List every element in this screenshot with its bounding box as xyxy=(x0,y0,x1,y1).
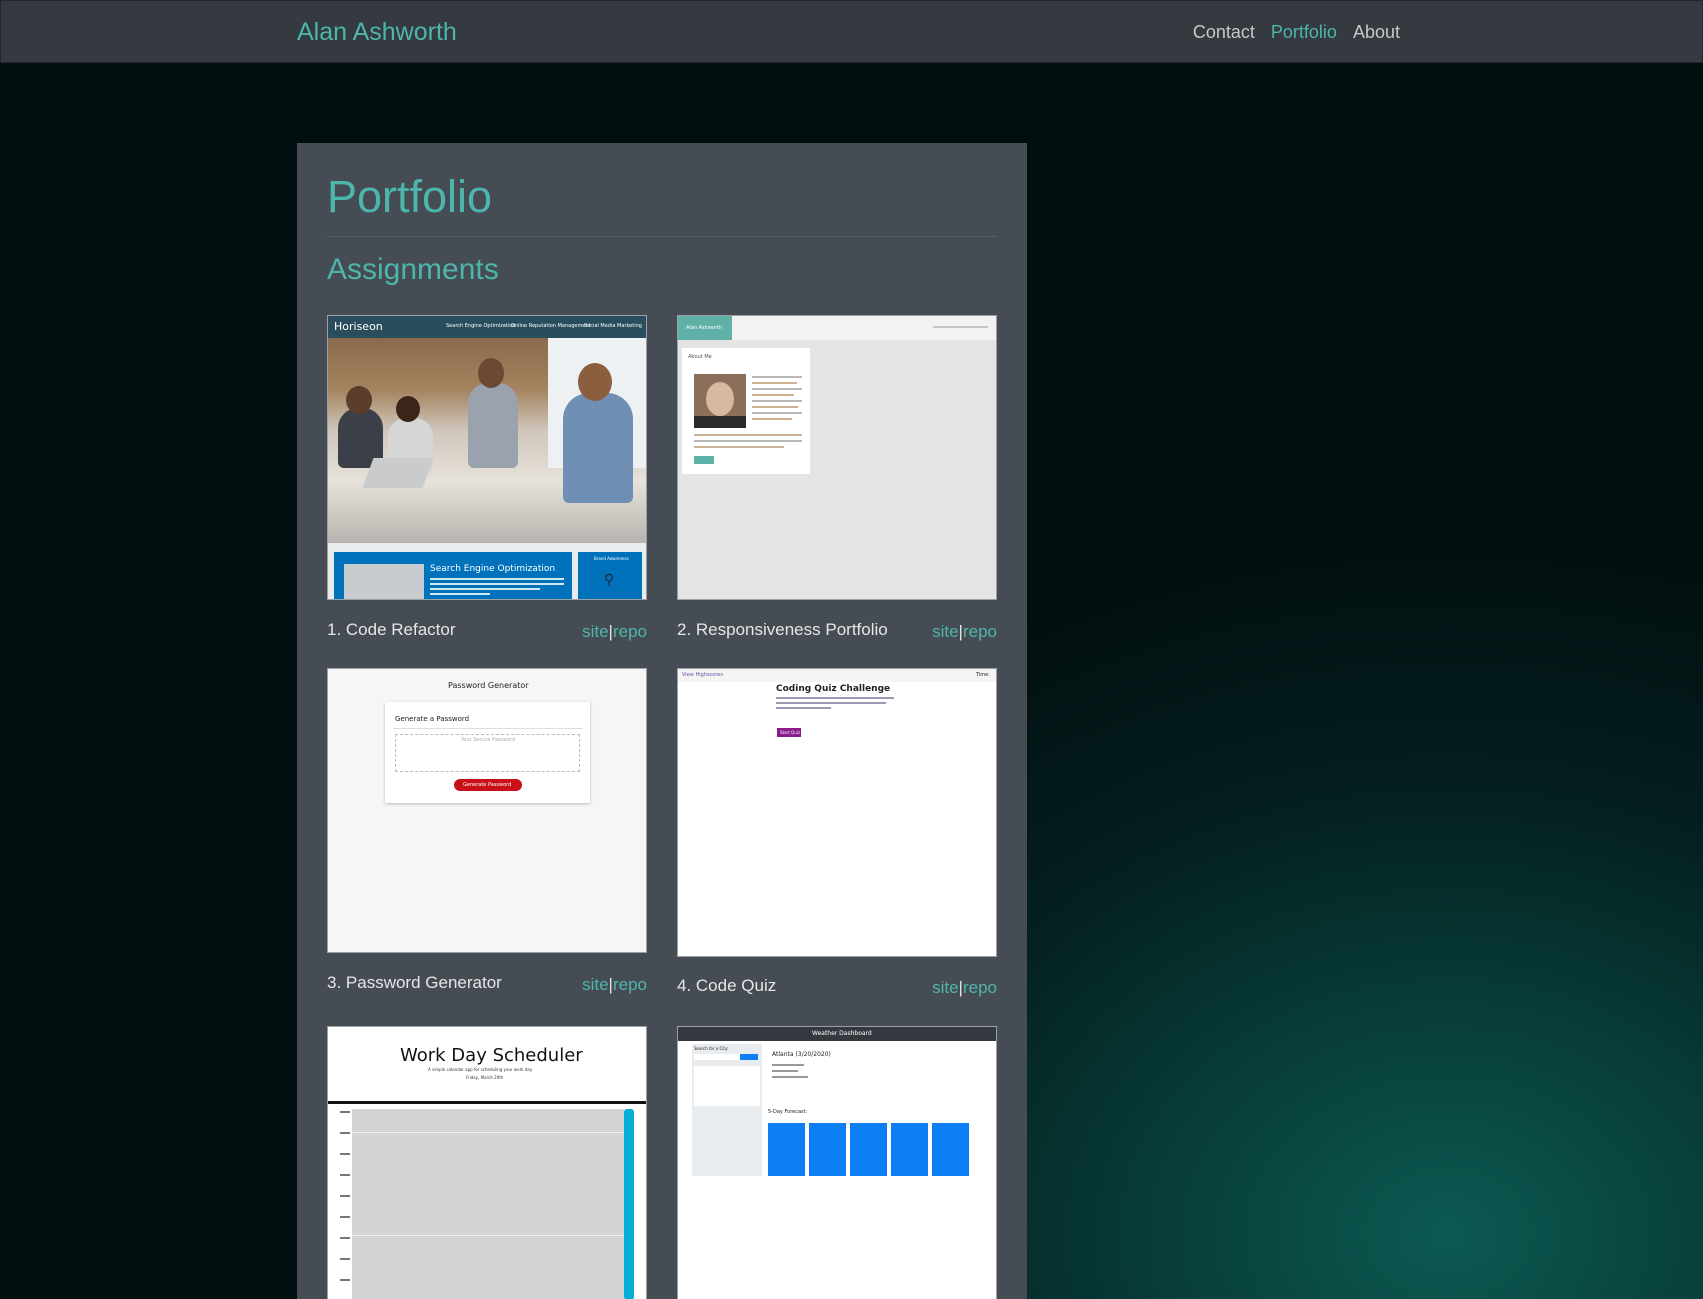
project-links: site|repo xyxy=(932,978,997,998)
thumb-pw-card: Generate a Password Your Secure Password… xyxy=(385,702,590,803)
thumb-forecast-card xyxy=(809,1123,846,1176)
site-link[interactable]: site xyxy=(932,978,958,997)
thumb-about-card: About Me xyxy=(682,348,810,474)
project-links: site|repo xyxy=(932,622,997,642)
thumb-start-label: Start Quiz xyxy=(780,730,800,735)
repo-link[interactable]: repo xyxy=(613,622,647,641)
project-screenshot[interactable]: View Highscores Time: Coding Quiz Challe… xyxy=(677,668,997,957)
thumb-timer: Time: xyxy=(976,672,990,678)
project-caption: 1. Code Refactor xyxy=(327,620,456,639)
navbar: Alan Ashworth Contact Portfolio About xyxy=(0,0,1703,63)
thumb-pw-button: Generate Password xyxy=(454,779,522,791)
project-caption: 4. Code Quiz xyxy=(677,976,777,995)
thumb-search-label: Search for a City: xyxy=(694,1046,729,1051)
thumb-title: Password Generator xyxy=(448,681,529,690)
project-screenshot[interactable]: Work Day Scheduler A simple calendar app… xyxy=(327,1026,647,1299)
thumb-forecast-card xyxy=(891,1123,928,1176)
portrait-image xyxy=(694,374,746,428)
thumb-pw-button-label: Generate Password xyxy=(463,782,512,788)
thumb-forecast-card xyxy=(932,1123,969,1176)
thumb-pw-placeholder: Your Secure Password xyxy=(461,737,516,743)
nav-contact[interactable]: Contact xyxy=(1193,22,1255,43)
thumb-pw-textarea: Your Secure Password xyxy=(395,734,580,772)
portfolio-card: Portfolio Assignments Horiseon Search En… xyxy=(297,143,1027,1299)
thumb-title: Work Day Scheduler xyxy=(400,1045,583,1066)
site-link[interactable]: site xyxy=(932,622,958,641)
site-link[interactable]: site xyxy=(582,622,608,641)
site-link[interactable]: site xyxy=(582,975,608,994)
thumb-date: Friday, March 20th xyxy=(466,1075,504,1080)
project-screenshot[interactable]: Weather Dashboard Search for a City: Atl… xyxy=(677,1026,997,1299)
thumb-title: Coding Quiz Challenge xyxy=(776,684,891,694)
thumb-header: Alan Ashworth xyxy=(678,316,996,340)
thumb-card-title: Search Engine Optimization xyxy=(430,564,556,574)
thumb-nav-item: Social Media Marketing xyxy=(584,323,642,329)
repo-link[interactable]: repo xyxy=(963,978,997,997)
thumb-header-title: Weather Dashboard xyxy=(812,1030,872,1037)
nav-portfolio[interactable]: Portfolio xyxy=(1271,22,1337,43)
thumb-subtitle: A simple calendar app for scheduling you… xyxy=(428,1067,533,1072)
project-caption: 3. Password Generator xyxy=(327,973,502,992)
thumb-highscores-link: View Highscores xyxy=(682,672,723,678)
nav-links: Contact Portfolio About xyxy=(1193,22,1400,43)
thumb-brand: Horiseon xyxy=(334,320,383,333)
thumb-header: Horiseon Search Engine Optimization Onli… xyxy=(328,316,646,338)
thumb-search-panel: Search for a City: xyxy=(692,1044,762,1176)
project-screenshot[interactable]: Alan Ashworth About Me xyxy=(677,315,997,600)
thumb-city: Atlanta (3/20/2020) xyxy=(772,1051,831,1058)
project-links: site|repo xyxy=(582,622,647,642)
repo-link[interactable]: repo xyxy=(963,622,997,641)
title-divider xyxy=(327,236,997,237)
thumb-time-blocks xyxy=(352,1109,624,1299)
thumb-nav-item: Search Engine Optimization xyxy=(446,323,516,329)
thumb-forecast-label: 5-Day Forecast: xyxy=(768,1109,808,1115)
section-title: Assignments xyxy=(327,253,499,286)
project-screenshot[interactable]: Horiseon Search Engine Optimization Onli… xyxy=(327,315,647,600)
bulb-icon: ⚲ xyxy=(604,572,615,588)
project-screenshot[interactable]: Password Generator Generate a Password Y… xyxy=(327,668,647,953)
thumb-forecast-card xyxy=(850,1123,887,1176)
thumb-brand: Alan Ashworth xyxy=(686,325,723,331)
thumb-header: Weather Dashboard xyxy=(678,1027,996,1041)
thumb-seo-card: Search Engine Optimization xyxy=(334,552,572,599)
thumb-save-buttons xyxy=(624,1109,634,1299)
team-photo xyxy=(328,338,646,543)
thumb-nav-item: Online Reputation Management xyxy=(511,323,591,329)
thumb-forecast-card xyxy=(768,1123,805,1176)
thumb-about-title: About Me xyxy=(688,354,712,360)
thumb-side-title: Brand Awareness xyxy=(594,556,629,561)
project-caption: 2. Responsiveness Portfolio xyxy=(677,620,888,639)
thumb-start-button: Start Quiz xyxy=(777,728,801,737)
project-links: site|repo xyxy=(582,975,647,995)
page-title: Portfolio xyxy=(327,171,493,222)
brand-name[interactable]: Alan Ashworth xyxy=(297,18,457,47)
repo-link[interactable]: repo xyxy=(613,975,647,994)
thumb-card-title: Generate a Password xyxy=(395,715,470,723)
nav-about[interactable]: About xyxy=(1353,22,1400,43)
thumb-side-card: Brand Awareness ⚲ xyxy=(578,552,642,599)
